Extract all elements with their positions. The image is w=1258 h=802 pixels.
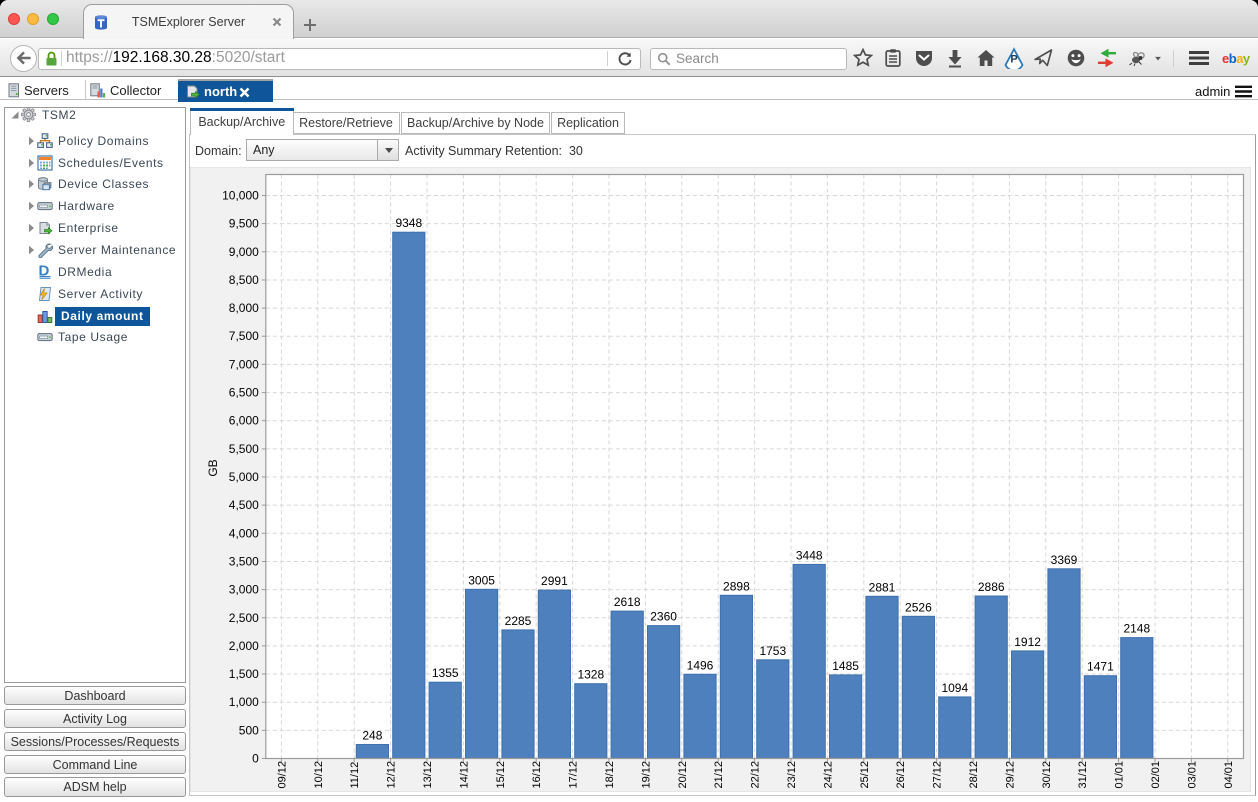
svg-text:2991: 2991: [541, 574, 568, 588]
svg-text:1094: 1094: [941, 681, 968, 695]
svg-text:8,500: 8,500: [229, 273, 259, 287]
svg-text:0: 0: [252, 752, 259, 766]
svg-text:2,000: 2,000: [229, 639, 259, 653]
svg-text:248: 248: [362, 729, 382, 743]
svg-text:3,000: 3,000: [229, 583, 259, 597]
svg-text:9,500: 9,500: [229, 217, 259, 231]
svg-text:2526: 2526: [905, 600, 932, 614]
svg-text:9,000: 9,000: [229, 245, 259, 259]
svg-text:1328: 1328: [577, 668, 604, 682]
svg-text:21/12: 21/12: [713, 761, 725, 789]
svg-text:8,000: 8,000: [229, 301, 259, 315]
svg-text:6,000: 6,000: [229, 414, 259, 428]
svg-text:5,500: 5,500: [229, 442, 259, 456]
svg-text:1912: 1912: [1014, 635, 1041, 649]
svg-text:1471: 1471: [1087, 660, 1114, 674]
svg-text:1753: 1753: [759, 644, 786, 658]
svg-text:23/12: 23/12: [786, 761, 798, 789]
svg-text:29/12: 29/12: [1004, 761, 1016, 789]
svg-text:04/01: 04/01: [1223, 761, 1235, 789]
svg-text:3,500: 3,500: [229, 555, 259, 569]
svg-text:2360: 2360: [650, 610, 677, 624]
svg-text:12/12: 12/12: [386, 761, 398, 789]
svg-text:1,000: 1,000: [229, 695, 259, 709]
svg-text:03/01: 03/01: [1186, 761, 1198, 789]
svg-text:1,500: 1,500: [229, 667, 259, 681]
svg-text:27/12: 27/12: [932, 761, 944, 789]
svg-text:16/12: 16/12: [531, 761, 543, 789]
svg-text:3005: 3005: [468, 573, 495, 587]
svg-text:24/12: 24/12: [822, 761, 834, 789]
svg-text:2898: 2898: [723, 579, 750, 593]
svg-text:1355: 1355: [432, 666, 459, 680]
svg-text:31/12: 31/12: [1077, 761, 1089, 789]
svg-text:19/12: 19/12: [640, 761, 652, 789]
svg-text:7,000: 7,000: [229, 357, 259, 371]
svg-text:D: D: [39, 264, 50, 280]
svg-text:15/12: 15/12: [495, 761, 507, 789]
svg-text:25/12: 25/12: [859, 761, 871, 789]
svg-text:2,500: 2,500: [229, 611, 259, 625]
svg-text:2886: 2886: [978, 580, 1005, 594]
svg-text:01/01: 01/01: [1114, 761, 1126, 789]
svg-text:10,000: 10,000: [222, 189, 259, 203]
svg-text:09/12: 09/12: [276, 761, 288, 789]
svg-text:5,000: 5,000: [229, 470, 259, 484]
svg-text:20/12: 20/12: [677, 761, 689, 789]
svg-text:14/12: 14/12: [458, 761, 470, 789]
svg-text:3369: 3369: [1051, 553, 1078, 567]
svg-text:02/01: 02/01: [1150, 761, 1162, 789]
svg-text:1485: 1485: [832, 659, 859, 673]
svg-text:2618: 2618: [614, 595, 641, 609]
svg-text:17/12: 17/12: [568, 761, 580, 789]
svg-text:9348: 9348: [395, 216, 422, 230]
svg-text:4,000: 4,000: [229, 526, 259, 540]
svg-text:GB: GB: [206, 459, 220, 476]
svg-text:1496: 1496: [687, 658, 714, 672]
svg-text:28/12: 28/12: [968, 761, 980, 789]
svg-text:22/12: 22/12: [750, 761, 762, 789]
svg-text:500: 500: [239, 723, 259, 737]
svg-text:7,500: 7,500: [229, 329, 259, 343]
svg-text:2285: 2285: [505, 614, 532, 628]
svg-text:2881: 2881: [869, 580, 896, 594]
svg-text:18/12: 18/12: [604, 761, 616, 789]
svg-text:10/12: 10/12: [313, 761, 325, 789]
svg-text:26/12: 26/12: [895, 761, 907, 789]
svg-text:4,500: 4,500: [229, 498, 259, 512]
svg-text:P: P: [1010, 54, 1017, 66]
svg-text:6,500: 6,500: [229, 386, 259, 400]
svg-text:13/12: 13/12: [422, 761, 434, 789]
svg-text:30/12: 30/12: [1041, 761, 1053, 789]
svg-text:2148: 2148: [1123, 622, 1150, 636]
svg-text:11/12: 11/12: [349, 762, 361, 789]
svg-text:3448: 3448: [796, 548, 823, 562]
